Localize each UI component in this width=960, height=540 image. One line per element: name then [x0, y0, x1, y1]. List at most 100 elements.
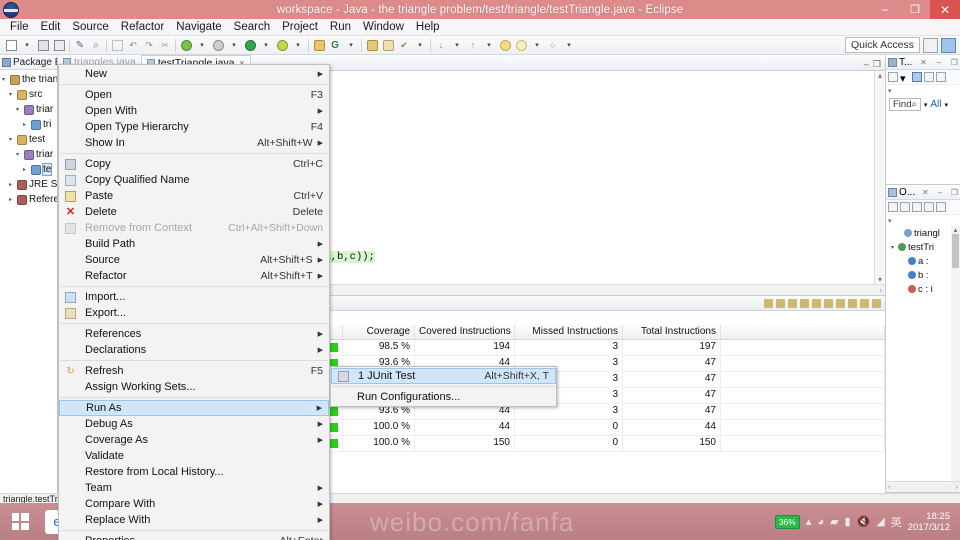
scroll-right-icon[interactable]: › [879, 286, 882, 295]
tree-item[interactable]: ▾ test [0, 132, 57, 147]
debug-icon[interactable] [178, 37, 194, 53]
package-explorer-tab[interactable]: Package Explorer ✕ [0, 55, 57, 70]
task-list-menu-row[interactable]: ▾ [886, 85, 960, 96]
context-menu-item[interactable]: Declarations ▶ [59, 342, 329, 358]
percent-icon[interactable] [812, 298, 821, 308]
maximize-button[interactable]: ❐ [900, 0, 930, 19]
marker-dropdown-arrow-icon[interactable]: ▾ [412, 37, 428, 53]
editor-vertical-scrollbar[interactable]: ▴ ▾ [874, 71, 885, 284]
context-menu-item[interactable]: Show In Alt+Shift+W ▶ [59, 135, 329, 151]
context-menu-item[interactable]: Open F3 [59, 87, 329, 103]
menu-item-file[interactable]: File [4, 20, 35, 34]
coverage-dropdown-arrow-icon[interactable]: ▾ [226, 37, 242, 53]
context-menu-item[interactable]: Properties Alt+Enter [59, 533, 329, 540]
context-menu-item[interactable]: Run As ▶ [59, 400, 329, 416]
tree-item[interactable]: ▾ triar [0, 147, 57, 162]
tree-expand-arrow-icon[interactable]: ▾ [9, 91, 17, 98]
scroll-right-icon[interactable]: › [956, 484, 958, 491]
new-dropdown-arrow-icon[interactable]: ▾ [19, 37, 35, 53]
new-task-icon[interactable] [888, 72, 898, 82]
outline-tree[interactable]: triangl ▾ testTri a : b : c : i ▴ [886, 226, 960, 481]
context-menu-item[interactable]: Source Alt+Shift+S ▶ [59, 252, 329, 268]
column-header[interactable]: Coverage [343, 325, 415, 339]
run-icon[interactable] [242, 37, 258, 53]
menu-item-refactor[interactable]: Refactor [115, 20, 170, 34]
outline-item[interactable]: b : [886, 268, 951, 282]
network-icon[interactable]: ▰ [830, 515, 838, 528]
column-header[interactable]: Missed Instructions [515, 325, 623, 339]
tree-expand-arrow-icon[interactable]: ▸ [23, 166, 31, 173]
close-icon[interactable]: ✕ [922, 188, 931, 197]
tree-item[interactable]: ▾ src [0, 87, 57, 102]
last-edit-arrow-icon[interactable]: ▾ [561, 37, 577, 53]
submenu-item[interactable]: 1 JUnit Test Alt+Shift+X, T [331, 368, 556, 384]
maximize-icon[interactable]: ❐ [951, 188, 960, 197]
menu-item-window[interactable]: Window [357, 20, 410, 34]
menu-item-project[interactable]: Project [276, 20, 324, 34]
search-icon[interactable]: ⌕ [88, 37, 104, 53]
maximize-icon[interactable]: ❐ [951, 58, 960, 67]
new-icon[interactable] [3, 37, 19, 53]
context-menu-item[interactable]: Assign Working Sets... [59, 379, 329, 395]
minimize-icon[interactable]: – [937, 58, 943, 67]
submenu-item[interactable]: Run Configurations... [331, 389, 556, 405]
session-dropdown-icon[interactable] [788, 298, 797, 308]
menu-item-edit[interactable]: Edit [35, 20, 67, 34]
quick-access-input[interactable]: Quick Access [844, 37, 920, 53]
context-menu-item[interactable]: Replace With ▶ [59, 512, 329, 528]
minimize-icon[interactable]: – [864, 59, 869, 70]
ime-indicator[interactable]: 英 [891, 514, 902, 530]
context-menu-item[interactable]: Team ▶ [59, 480, 329, 496]
tree-expand-arrow-icon[interactable]: ▾ [2, 76, 10, 83]
coverage-icon[interactable] [210, 37, 226, 53]
chevron-down-icon-2[interactable]: ▾ [944, 101, 948, 109]
back-nav-icon[interactable] [497, 37, 513, 53]
tree-expand-arrow-icon[interactable]: ▾ [16, 151, 24, 158]
context-menu-item[interactable]: Copy Ctrl+C [59, 156, 329, 172]
debug-dropdown-arrow-icon[interactable]: ▾ [194, 37, 210, 53]
tree-expand-arrow-icon[interactable]: ▸ [9, 181, 17, 188]
outline-item[interactable]: c : i [886, 282, 951, 296]
outline-item[interactable]: ▾ testTri [886, 240, 951, 254]
nav-dropdown-arrow-icon[interactable]: ▾ [529, 37, 545, 53]
next-annotation-arrow-icon[interactable]: ▾ [449, 37, 465, 53]
new-class-dropdown-arrow-icon[interactable]: ▾ [343, 37, 359, 53]
build-icon[interactable]: ✎ [72, 37, 88, 53]
outline-item[interactable]: a : [886, 254, 951, 268]
menu-icon[interactable] [848, 298, 857, 308]
minimize-icon[interactable] [860, 298, 869, 308]
profile-icon[interactable] [274, 37, 290, 53]
tree-item[interactable]: ▾ triar [0, 102, 57, 117]
context-menu-item[interactable]: ✕ Delete Delete [59, 204, 329, 220]
start-button[interactable] [0, 503, 40, 540]
run-as-submenu[interactable]: 1 JUnit Test Alt+Shift+X, T Run Configurat… [330, 366, 557, 407]
menu-item-source[interactable]: Source [66, 20, 114, 34]
context-menu[interactable]: New ▶ Open F3 Open With ▶ Open Type Hierarchy F… [58, 64, 330, 540]
outline-horizontal-scrollbar[interactable]: ‹ › [886, 481, 960, 492]
task-filter-icon[interactable] [936, 72, 946, 82]
prev-annotation-arrow-icon[interactable]: ▾ [481, 37, 497, 53]
context-menu-item[interactable]: Export... [59, 305, 329, 321]
volume-icon[interactable]: 🔇 [857, 515, 871, 528]
new-package-icon[interactable] [311, 37, 327, 53]
menu-item-help[interactable]: Help [410, 20, 446, 34]
save-all-icon[interactable] [51, 37, 67, 53]
context-menu-item[interactable]: Open Type Hierarchy F4 [59, 119, 329, 135]
tree-expand-arrow-icon[interactable]: ▸ [9, 196, 17, 203]
show-hidden-icons-icon[interactable]: ▴ [806, 515, 812, 528]
context-menu-item[interactable]: Compare With ▶ [59, 496, 329, 512]
context-menu-item[interactable]: Open With ▶ [59, 103, 329, 119]
signal-icon[interactable]: ◢ [876, 515, 884, 528]
column-header[interactable]: Covered Instructions [415, 325, 515, 339]
collapse-icon[interactable] [824, 298, 833, 308]
link-icon[interactable] [836, 298, 845, 308]
task-filter-all-link[interactable]: All [930, 99, 941, 110]
context-menu-item[interactable]: Import... [59, 289, 329, 305]
scroll-up-icon[interactable]: ▴ [951, 226, 960, 234]
sort-icon[interactable] [900, 202, 910, 212]
save-icon[interactable] [35, 37, 51, 53]
context-menu-item[interactable]: Build Path ▶ [59, 236, 329, 252]
menu-item-run[interactable]: Run [324, 20, 357, 34]
tree-expand-arrow-icon[interactable]: ▾ [16, 106, 24, 113]
context-menu-item[interactable]: Restore from Local History... [59, 464, 329, 480]
